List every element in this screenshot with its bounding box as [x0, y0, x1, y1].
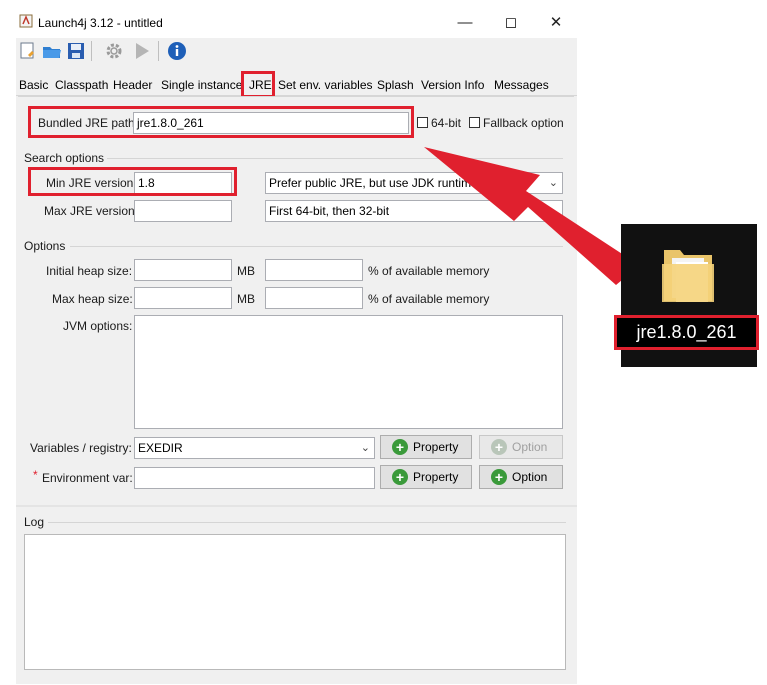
variables-registry-value: EXEDIR — [138, 441, 183, 455]
folder-name: jre1.8.0_261 — [636, 322, 737, 342]
log-divider — [48, 522, 566, 523]
option-button-2[interactable]: + Option — [479, 465, 563, 489]
tab-basic[interactable]: Basic — [17, 76, 50, 94]
save-icon[interactable] — [66, 41, 86, 61]
tab-single-instance[interactable]: Single instance — [159, 76, 244, 94]
environment-var-input[interactable] — [134, 467, 375, 489]
64bit-checkbox[interactable] — [417, 117, 428, 128]
toolbar-separator-2 — [158, 41, 159, 61]
log-heading: Log — [24, 515, 45, 529]
maximize-icon[interactable]: ◻ — [488, 8, 534, 38]
toolbar-separator — [91, 41, 92, 61]
tab-set-env-variables[interactable]: Set env. variables — [276, 76, 375, 94]
open-icon[interactable] — [42, 41, 62, 61]
max-jre-input[interactable] — [134, 200, 232, 222]
new-config-icon[interactable] — [18, 41, 38, 61]
add-icon: + — [491, 469, 507, 485]
run-icon[interactable] — [132, 41, 152, 61]
jvm-options-label: JVM options: — [63, 319, 133, 333]
jre-tab-highlight — [241, 71, 275, 98]
64bit-label: 64-bit — [431, 116, 462, 130]
tab-header[interactable]: Header — [111, 76, 154, 94]
initial-heap-label: Initial heap size: — [46, 264, 133, 278]
max-heap-label: Max heap size: — [52, 292, 133, 306]
initial-heap-mb: MB — [237, 264, 255, 278]
add-icon: + — [491, 439, 507, 455]
tab-messages[interactable]: Messages — [492, 76, 551, 94]
folder-name-box[interactable]: jre1.8.0_261 — [614, 315, 759, 350]
tab-splash[interactable]: Splash — [375, 76, 416, 94]
tab-version-info[interactable]: Version Info — [419, 76, 486, 94]
about-info-icon[interactable] — [167, 41, 187, 61]
search-options-heading: Search options — [24, 151, 105, 165]
add-icon: + — [392, 469, 408, 485]
option-button-label: Option — [512, 470, 548, 484]
options-heading: Options — [24, 239, 66, 253]
variables-registry-select[interactable]: EXEDIR ⌄ — [134, 437, 375, 459]
fallback-checkbox[interactable] — [469, 117, 480, 128]
app-icon — [19, 14, 33, 28]
max-heap-pct-input[interactable] — [265, 287, 363, 309]
min-jre-highlight — [28, 167, 237, 196]
add-icon: + — [392, 439, 408, 455]
max-heap-input[interactable] — [134, 287, 232, 309]
max-heap-mb: MB — [237, 292, 255, 306]
option-button-label: Option — [512, 440, 548, 454]
log-separator — [16, 505, 577, 507]
window-title: Launch4j 3.12 - untitled — [38, 16, 163, 30]
close-icon[interactable]: ✕ — [533, 8, 579, 38]
log-textarea[interactable] — [24, 534, 566, 670]
jvm-options-textarea[interactable] — [134, 315, 563, 429]
bundled-jre-highlight — [28, 106, 414, 138]
required-asterisk: * — [33, 468, 38, 482]
max-heap-pct-label: % of available memory — [368, 292, 490, 306]
chevron-down-icon: ⌄ — [360, 442, 370, 454]
initial-heap-input[interactable] — [134, 259, 232, 281]
annotation-arrow — [424, 147, 636, 285]
property-button-label: Property — [413, 440, 459, 454]
variables-registry-label: Variables / registry: — [30, 441, 132, 455]
minimize-icon[interactable]: — — [442, 8, 488, 38]
initial-heap-pct-input[interactable] — [265, 259, 363, 281]
folder-icon[interactable] — [660, 244, 718, 306]
max-jre-label: Max JRE version: — [44, 204, 139, 218]
tab-classpath[interactable]: Classpath — [53, 76, 110, 94]
property-button-label: Property — [413, 470, 459, 484]
option-button-1[interactable]: + Option — [479, 435, 563, 459]
arch-value: First 64-bit, then 32-bit — [269, 204, 390, 218]
property-button-1[interactable]: + Property — [380, 435, 472, 459]
environment-var-label: Environment var: — [42, 471, 133, 485]
fallback-label: Fallback option — [483, 116, 564, 130]
build-gear-icon[interactable] — [104, 41, 124, 61]
property-button-2[interactable]: + Property — [380, 465, 472, 489]
